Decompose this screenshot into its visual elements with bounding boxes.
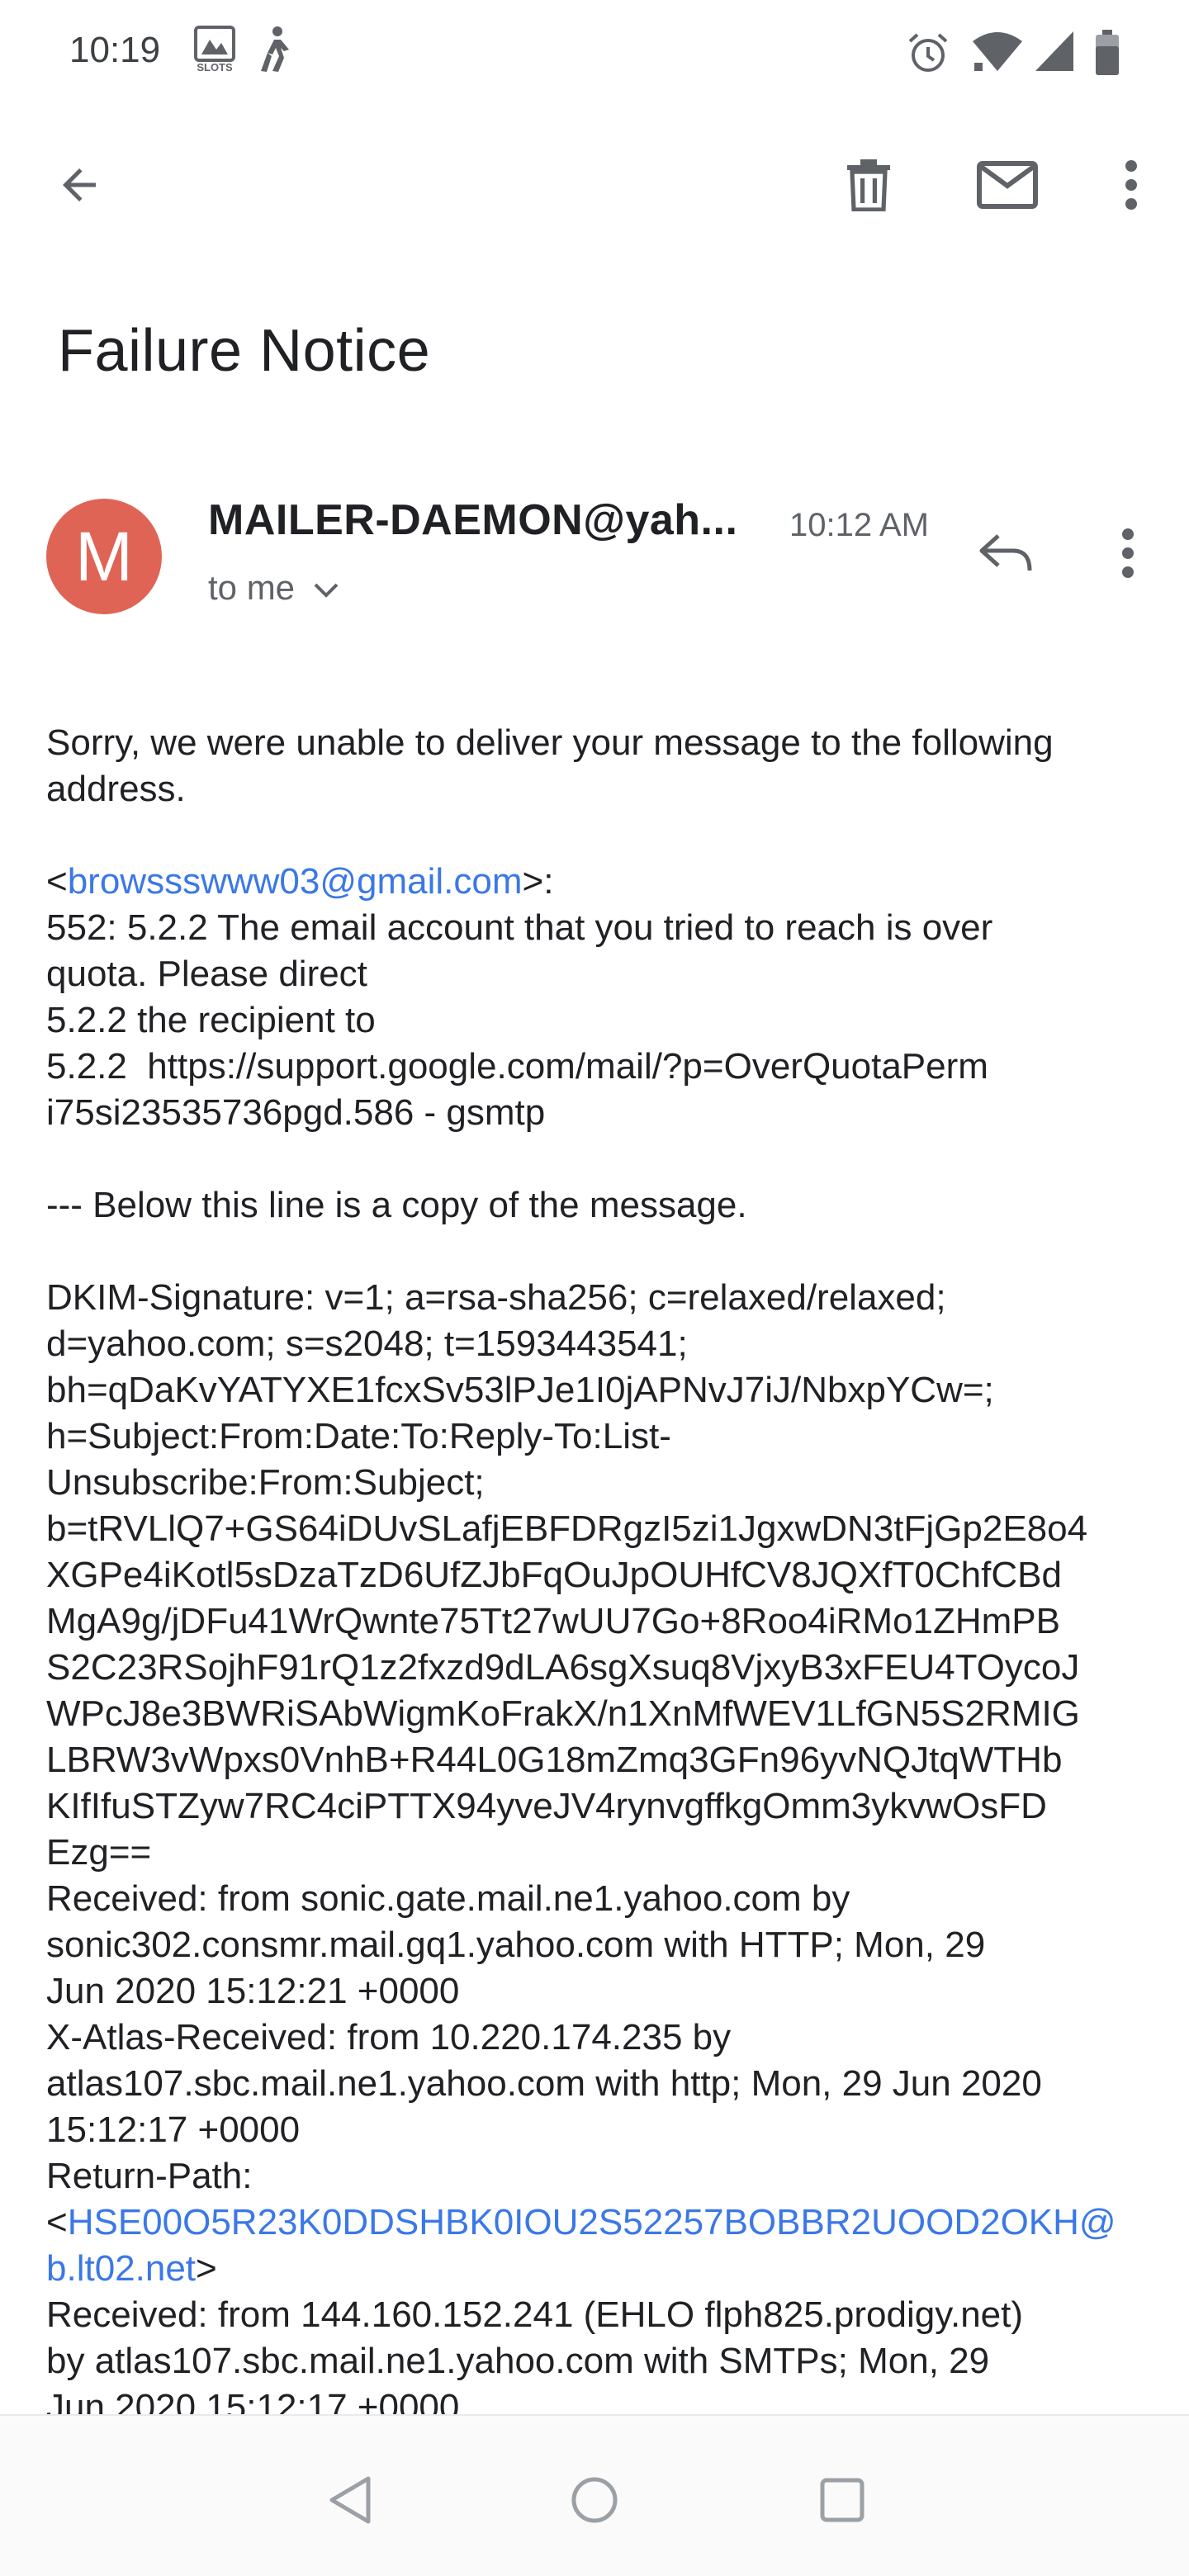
- back-button[interactable]: [46, 154, 112, 220]
- nav-recents-button[interactable]: [809, 2469, 875, 2535]
- more-vert-icon: [1125, 159, 1138, 215]
- header-line: by atlas107.sbc.mail.ne1.yahoo.com with …: [46, 2341, 990, 2381]
- chevron-down-icon: [295, 568, 339, 608]
- trash-icon: [844, 159, 893, 215]
- header-line: X-Atlas-Received: from 10.220.174.235 by: [46, 2017, 732, 2057]
- body-line: address.: [46, 769, 186, 809]
- body-line: quota. Please direct: [46, 954, 367, 994]
- return-path-link[interactable]: b.lt02.net: [46, 2248, 196, 2289]
- top-app-bar: [0, 132, 1189, 239]
- email-subject: Failure Notice: [58, 318, 431, 384]
- body-line: 552: 5.2.2 The email account that you tr…: [46, 907, 993, 948]
- signal-icon: [1034, 30, 1075, 77]
- header-line: b=tRVLlQ7+GS64iDUvSLafjEBFDRgzI5zi1JgxwD…: [46, 1508, 1088, 1549]
- body-line: 5.2.2 the recipient to: [46, 1000, 376, 1040]
- nav-back-button[interactable]: [317, 2469, 383, 2535]
- header-line: LBRW3vWpxs0VnhB+R44L0G18mZmq3GFn96yvNQJt…: [46, 1740, 1063, 1780]
- header-line: Return-Path:: [46, 2156, 253, 2196]
- walking-icon: [256, 25, 292, 78]
- header-line: Received: from sonic.gate.mail.ne1.yahoo…: [46, 1878, 850, 1919]
- header-line: bh=qDaKvYATYXE1fcxSv53lPJe1I0jAPNvJ7iJ/N…: [46, 1370, 994, 1410]
- more-options-button[interactable]: [1098, 154, 1164, 220]
- header-line: S2C23RSojhF91rQ1z2fxzd9dLA6sgXsuq8VjxyB3…: [46, 1647, 1080, 1688]
- return-path-link[interactable]: HSE00O5R23K0DDSHBK0IOU2S52257BOBBR2UOOD2…: [68, 2202, 1116, 2242]
- status-bar: 10:19 SLOTS: [0, 0, 1189, 107]
- header-line: Unsubscribe:From:Subject;: [46, 1462, 485, 1503]
- body-line: 5.2.2 https://support.google.com/mail/?p…: [46, 1046, 988, 1087]
- slots-label: SLOTS: [197, 61, 233, 73]
- system-nav-bar: [0, 2416, 1189, 2576]
- header-line: d=yahoo.com; s=s2048; t=1593443541;: [46, 1324, 688, 1364]
- return-path-line: <HSE00O5R23K0DDSHBK0IOU2S52257BOBBR2UOOD…: [46, 2202, 1116, 2242]
- slots-app-icon: SLOTS: [193, 25, 236, 78]
- reply-icon: [978, 533, 1033, 578]
- mail-icon: [977, 160, 1038, 213]
- sender-name[interactable]: MAILER-DAEMON@yah...: [208, 495, 737, 545]
- body-line: --- Below this line is a copy of the mes…: [46, 1185, 747, 1225]
- message-more-button[interactable]: [1098, 520, 1158, 590]
- header-line: sonic302.consmr.mail.gq1.yahoo.com with …: [46, 1925, 986, 1965]
- failed-address-link[interactable]: browssswww03@gmail.com: [68, 861, 523, 902]
- header-line: XGPe4iKotl5sDzaTzD6UfZJbFqOuJpOUHfCV8JQX…: [46, 1555, 1062, 1595]
- mark-unread-button[interactable]: [974, 154, 1040, 220]
- return-path-line: b.lt02.net>: [46, 2248, 217, 2289]
- header-line: DKIM-Signature: v=1; a=rsa-sha256; c=rel…: [46, 1277, 946, 1318]
- header-line: Received: from 144.160.152.241 (EHLO flp…: [46, 2294, 1024, 2335]
- header-line: Ezg==: [46, 1832, 152, 1873]
- gmail-message-view: 10:19 SLOTS Failure Notice M MAILER-DAEM…: [0, 0, 1189, 2576]
- nav-home-button[interactable]: [561, 2469, 628, 2535]
- arrow-back-icon: [54, 160, 104, 214]
- header-line: Jun 2020 15:12:21 +0000: [46, 1971, 460, 2011]
- sender-avatar[interactable]: M: [46, 499, 162, 614]
- nav-recents-icon: [819, 2477, 865, 2527]
- body-line: i75si23535736pgd.586 - gsmtp: [46, 1092, 546, 1133]
- reply-button[interactable]: [971, 520, 1040, 590]
- header-line: KIfIfuSTZyw7RC4ciPTTX94yveJV4rynvgffkgOm…: [46, 1786, 1047, 1826]
- header-line: 15:12:17 +0000: [46, 2110, 301, 2150]
- recipient-details-toggle[interactable]: to me: [208, 568, 339, 608]
- status-time: 10:19: [69, 30, 161, 70]
- failed-address-line: <browssswww03@gmail.com>:: [46, 861, 554, 902]
- more-vert-icon: [1121, 528, 1135, 583]
- header-line: MgA9g/jDFu41WrQwnte75Tt27wUU7Go+8Roo4iRM…: [46, 1601, 1061, 1641]
- message-time: 10:12 AM: [789, 507, 930, 543]
- battery-icon: [1095, 30, 1120, 80]
- nav-home-icon: [570, 2475, 619, 2529]
- recipient-label: to me: [208, 568, 296, 607]
- message-body: Sorry, we were unable to deliver your me…: [46, 720, 1153, 2414]
- nav-back-icon: [327, 2475, 373, 2529]
- body-line: Sorry, we were unable to deliver your me…: [46, 722, 1054, 763]
- header-line: atlas107.sbc.mail.ne1.yahoo.com with htt…: [46, 2063, 1042, 2104]
- alarm-icon: [907, 31, 950, 78]
- wifi-icon: [971, 30, 1024, 77]
- delete-button[interactable]: [836, 154, 902, 220]
- avatar-letter: M: [75, 517, 133, 595]
- header-line: Jun 2020 15:12:17 +0000: [46, 2387, 460, 2414]
- header-line: h=Subject:From:Date:To:Reply-To:List-: [46, 1416, 671, 1456]
- header-line: WPcJ8e3BWRiSAbWigmKoFrakX/n1XnMfWEV1LfGN…: [46, 1693, 1080, 1734]
